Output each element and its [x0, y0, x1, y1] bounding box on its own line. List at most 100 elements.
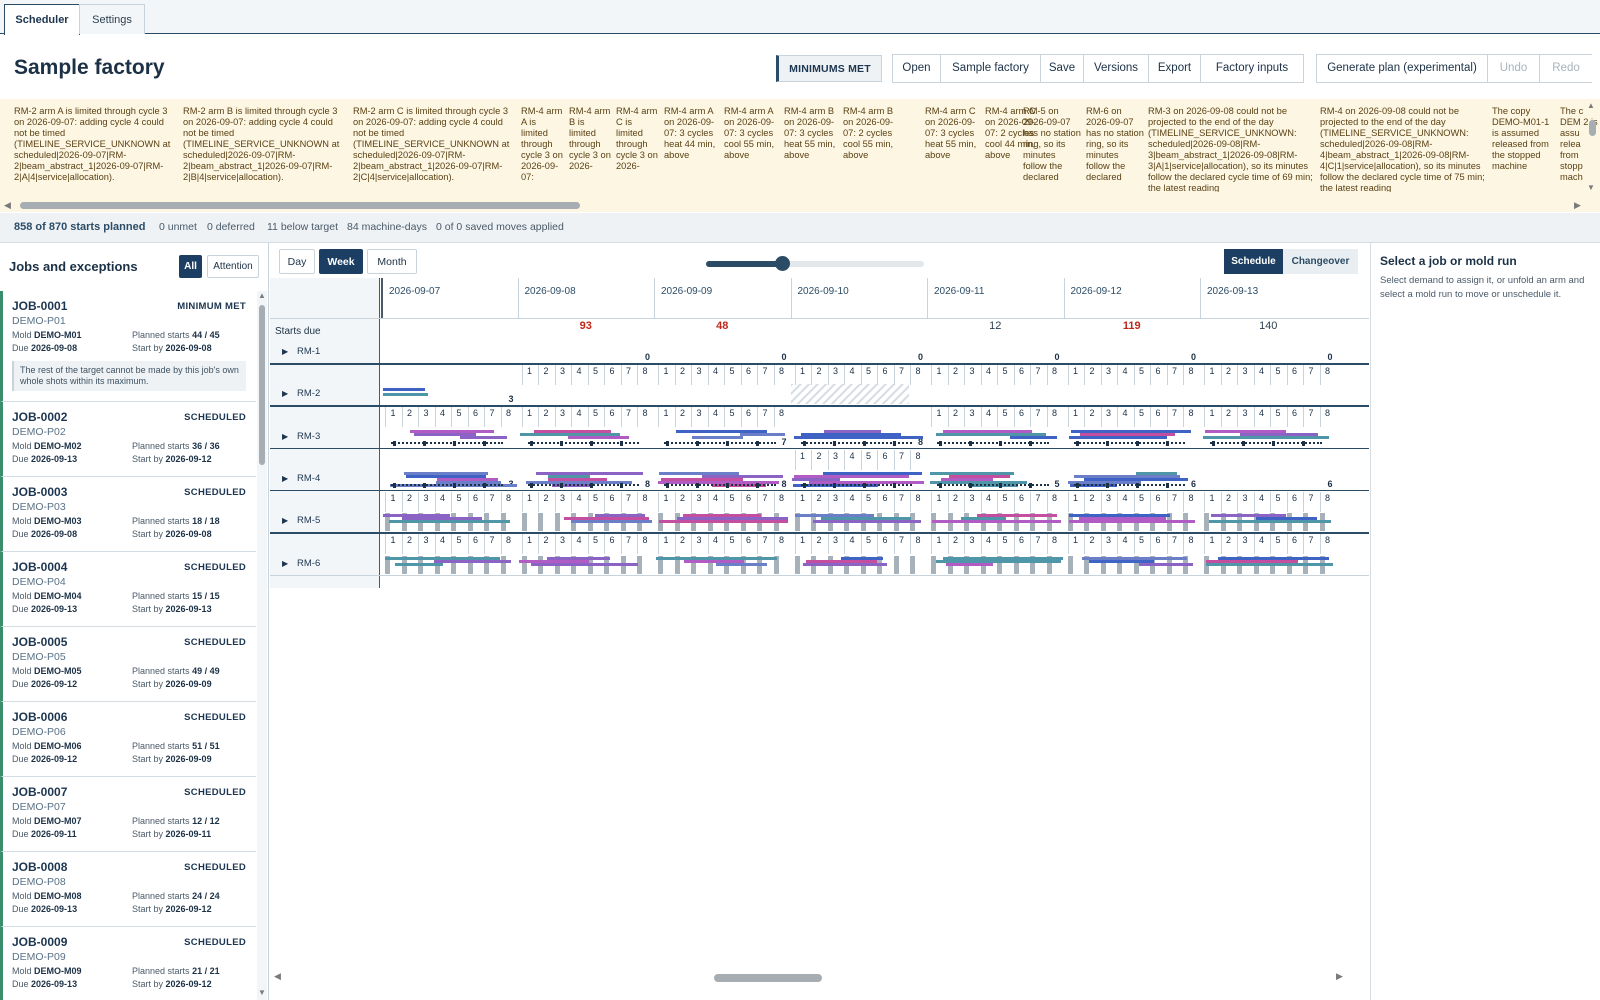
list-scroll-up-icon[interactable]: ▲: [258, 291, 266, 300]
due-label: Due: [12, 829, 29, 839]
expand-arm-icon[interactable]: ▶: [282, 474, 288, 483]
arm-day-count: 7: [781, 436, 787, 447]
list-scroll-down-icon[interactable]: ▼: [258, 988, 266, 997]
mold-run-bar[interactable]: [570, 520, 653, 524]
cycle-number: 5: [1002, 535, 1008, 546]
cycle-number: 2: [1225, 408, 1231, 419]
filter-all-button[interactable]: All: [179, 255, 202, 278]
expand-arm-icon[interactable]: ▶: [282, 389, 288, 398]
mold-run-bar[interactable]: [658, 520, 788, 524]
expand-arm-icon[interactable]: ▶: [282, 432, 288, 441]
undo-button[interactable]: Undo: [1488, 55, 1540, 82]
mold-run-bar[interactable]: [945, 562, 994, 566]
mode-changeover-button[interactable]: Changeover: [1283, 249, 1358, 274]
timeline-scrollbar[interactable]: ◀ ▶: [270, 970, 1350, 984]
mode-schedule-button[interactable]: Schedule: [1224, 249, 1283, 274]
scroll-up-icon[interactable]: ▲: [1587, 101, 1595, 110]
export-button[interactable]: Export: [1149, 55, 1201, 82]
mold-run-bar[interactable]: [433, 559, 512, 563]
mold-value: DEMO-M06: [34, 741, 82, 751]
arm-row-label[interactable]: ▶ RM-6: [270, 554, 380, 576]
job-list-scrollbar[interactable]: ▲ ▼: [257, 291, 267, 1000]
filter-attention-button[interactable]: Attention: [207, 255, 259, 278]
view-day-button[interactable]: Day: [279, 249, 315, 274]
mold-run-bar[interactable]: [1068, 520, 1196, 524]
arm-row-label[interactable]: ▶ RM-3: [270, 427, 380, 449]
mold-run-bar[interactable]: [383, 393, 428, 397]
view-week-button[interactable]: Week: [319, 249, 363, 274]
timeline-scroll-thumb[interactable]: [714, 974, 822, 982]
job-card[interactable]: JOB-0004 SCHEDULED DEMO-P04 Mold DEMO-M04 Du…: [0, 552, 256, 627]
starts-due-value: 119: [1122, 320, 1141, 332]
scroll-left-icon[interactable]: ◀: [4, 200, 11, 211]
view-month-button[interactable]: Month: [367, 249, 417, 274]
job-card[interactable]: JOB-0001 MINIMUM MET DEMO-P01 Mold DEMO-M01…: [0, 291, 256, 402]
versions-button[interactable]: Versions: [1084, 55, 1149, 82]
scroll-right-icon[interactable]: ▶: [1574, 200, 1581, 211]
mold-run-bar[interactable]: [1208, 520, 1331, 524]
cycle-number: 2: [816, 535, 822, 546]
mold-run-bar[interactable]: [813, 520, 921, 524]
save-button[interactable]: Save: [1041, 55, 1084, 82]
mold-run-bar[interactable]: [1203, 435, 1330, 439]
arm-day-count: 0: [918, 352, 924, 362]
job-startby-row: Start by 2026-09-08: [132, 343, 212, 353]
arm-day-count: 3: [508, 394, 514, 405]
mold-run-bar[interactable]: [459, 435, 507, 439]
expand-arm-icon[interactable]: ▶: [282, 347, 288, 356]
factory-inputs-button[interactable]: Factory inputs: [1201, 55, 1303, 82]
mold-value: DEMO-M09: [34, 966, 82, 976]
job-card[interactable]: JOB-0009 SCHEDULED DEMO-P09 Mold DEMO-M09 Du…: [0, 927, 256, 1000]
job-card[interactable]: JOB-0007 SCHEDULED DEMO-P07 Mold DEMO-M07 Du…: [0, 777, 256, 852]
factory-name-button[interactable]: Sample factory: [941, 55, 1041, 82]
mold-run-bar[interactable]: [715, 562, 768, 566]
mold-run-bar[interactable]: [1206, 562, 1333, 566]
cycle-number: 7: [1308, 408, 1314, 419]
redo-button[interactable]: Redo: [1540, 55, 1592, 82]
job-card[interactable]: JOB-0003 SCHEDULED DEMO-P03 Mold DEMO-M03 Du…: [0, 477, 256, 552]
job-card[interactable]: JOB-0008 SCHEDULED DEMO-P08 Mold DEMO-M08 Du…: [0, 852, 256, 927]
arm-row-label[interactable]: ▶ RM-1: [270, 342, 380, 364]
expand-arm-icon[interactable]: ▶: [282, 559, 288, 568]
generate-plan-button[interactable]: Generate plan (experimental): [1317, 55, 1488, 82]
mold-run-bar[interactable]: [740, 432, 785, 436]
mold-run-bar[interactable]: [1068, 435, 1168, 439]
mold-run-bar[interactable]: [1009, 435, 1057, 439]
job-list-scroll-thumb[interactable]: [259, 305, 265, 465]
job-card[interactable]: JOB-0006 SCHEDULED DEMO-P06 Mold DEMO-M06 Du…: [0, 702, 256, 777]
mold-run-bar[interactable]: [395, 562, 444, 566]
mold-run-bar[interactable]: [931, 520, 1061, 524]
tab-scheduler[interactable]: Scheduler: [4, 4, 80, 35]
warning-vscroll-thumb[interactable]: [1589, 120, 1596, 136]
scroll-down-icon[interactable]: ▼: [1587, 183, 1595, 192]
mold-run-bar[interactable]: [531, 562, 638, 566]
warning-scrollbar[interactable]: ◀ ▶: [0, 199, 1600, 212]
zoom-slider-knob[interactable]: [775, 256, 791, 271]
cycle-number: 8: [1324, 366, 1330, 376]
zoom-slider[interactable]: [706, 256, 924, 271]
warning-scroll-thumb[interactable]: [20, 202, 580, 209]
cycle-tick: [939, 440, 942, 446]
mold-run-bar[interactable]: [388, 520, 511, 524]
cycle-number: 1: [526, 492, 532, 503]
mold-run-bar[interactable]: [802, 562, 887, 566]
open-button[interactable]: Open: [893, 55, 941, 82]
mold-run-bar[interactable]: [793, 435, 923, 439]
mold-run-bar[interactable]: [1139, 562, 1194, 566]
arm-row-label[interactable]: ▶ RM-5: [270, 511, 380, 533]
arm-row-label[interactable]: ▶ RM-4: [270, 469, 380, 491]
job-id: JOB-0009: [12, 935, 68, 949]
mold-run-bar[interactable]: [383, 388, 425, 392]
mold-run-bar[interactable]: [692, 435, 743, 439]
tab-settings[interactable]: Settings: [79, 4, 145, 34]
arm-row-label[interactable]: ▶ RM-2: [270, 384, 380, 406]
job-card[interactable]: JOB-0002 SCHEDULED DEMO-P02 Mold DEMO-M02 Du…: [0, 402, 256, 477]
timeline-scroll-left-icon[interactable]: ◀: [274, 971, 281, 982]
timeline-scroll-right-icon[interactable]: ▶: [1336, 971, 1343, 982]
mold-run-bar[interactable]: [568, 435, 630, 439]
planned-value: 18 / 18: [192, 516, 220, 526]
cycle-number: 6: [1291, 492, 1297, 503]
expand-arm-icon[interactable]: ▶: [282, 516, 288, 525]
arm-name: RM-1: [297, 346, 321, 357]
job-card[interactable]: JOB-0005 SCHEDULED DEMO-P05 Mold DEMO-M05 Du…: [0, 627, 256, 702]
